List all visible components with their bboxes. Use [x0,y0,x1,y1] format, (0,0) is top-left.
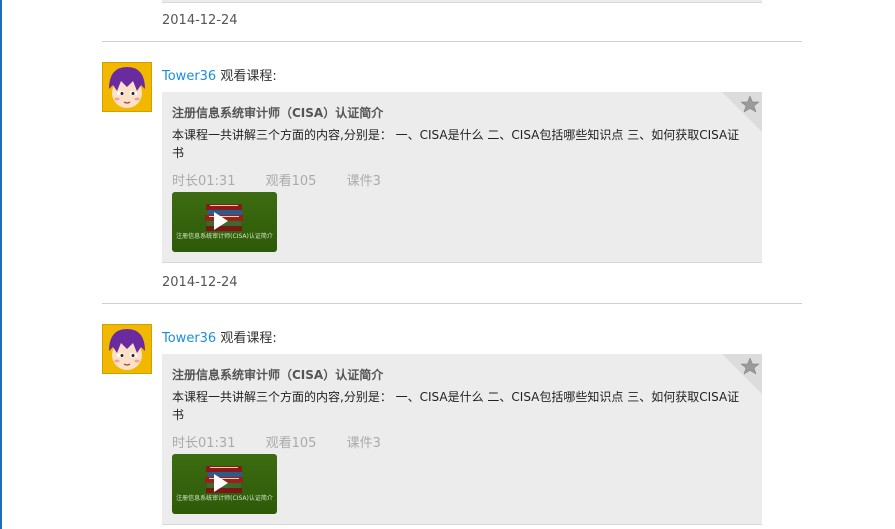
play-icon[interactable] [214,474,228,492]
course-description-line: 书 [172,408,185,422]
activity-date: 2014-12-24 [162,275,238,290]
course-stats: 时长01:31 观看105 课件3 [172,170,407,189]
activity-headline: Tower36 观看课程: [162,327,277,346]
course-description: 本课程一共讲解三个方面的内容,分别是： 一、CISA是什么 二、CISA包括哪些… [172,388,752,424]
course-coursewares: 课件3 [346,174,381,189]
window-edge [0,0,2,529]
course-title[interactable]: 注册信息系统审计师（CISA）认证简介 [172,104,383,121]
activity-feed-page: 2014-12-24 Tower36 观看课程: 注册信息系统审计师（CISA）… [0,0,895,529]
activity-headline: Tower36 观看课程: [162,65,277,84]
course-coursewares: 课件3 [346,436,381,451]
activity-item: Tower36 观看课程: 注册信息系统审计师（CISA）认证简介 本课程一共讲… [102,324,802,529]
separator [102,41,802,42]
activity-action: 观看课程: [220,69,277,84]
course-description-line: 书 [172,146,185,160]
username-link[interactable]: Tower36 [162,69,216,84]
course-views: 观看105 [265,174,317,189]
thumbnail-caption: 注册信息系统审计师(CISA)认证简介 [176,495,273,502]
course-duration: 时长01:31 [172,174,236,189]
activity-action: 观看课程: [220,331,277,346]
cartoon-avatar-icon [103,325,151,373]
course-title[interactable]: 注册信息系统审计师（CISA）认证简介 [172,366,383,383]
previous-card-bottom [162,0,762,3]
user-avatar[interactable] [102,62,152,112]
course-description-line: 本课程一共讲解三个方面的内容,分别是： 一、CISA是什么 二、CISA包括哪些… [172,128,740,142]
course-thumbnail[interactable]: 注册信息系统审计师(CISA)认证简介 [172,192,277,252]
user-avatar[interactable] [102,324,152,374]
cartoon-avatar-icon [103,63,151,111]
course-description-line: 本课程一共讲解三个方面的内容,分别是： 一、CISA是什么 二、CISA包括哪些… [172,390,740,404]
separator [102,303,802,304]
course-stats: 时长01:31 观看105 课件3 [172,432,407,451]
username-link[interactable]: Tower36 [162,331,216,346]
course-thumbnail[interactable]: 注册信息系统审计师(CISA)认证简介 [172,454,277,514]
play-icon[interactable] [214,212,228,230]
course-description: 本课程一共讲解三个方面的内容,分别是： 一、CISA是什么 二、CISA包括哪些… [172,126,752,162]
activity-item: Tower36 观看课程: 注册信息系统审计师（CISA）认证简介 本课程一共讲… [102,62,802,263]
activity-date: 2014-12-24 [162,13,238,28]
course-views: 观看105 [265,436,317,451]
thumbnail-caption: 注册信息系统审计师(CISA)认证简介 [176,233,273,240]
course-card: 注册信息系统审计师（CISA）认证简介 本课程一共讲解三个方面的内容,分别是： … [162,92,762,263]
course-duration: 时长01:31 [172,436,236,451]
course-card: 注册信息系统审计师（CISA）认证简介 本课程一共讲解三个方面的内容,分别是： … [162,354,762,525]
